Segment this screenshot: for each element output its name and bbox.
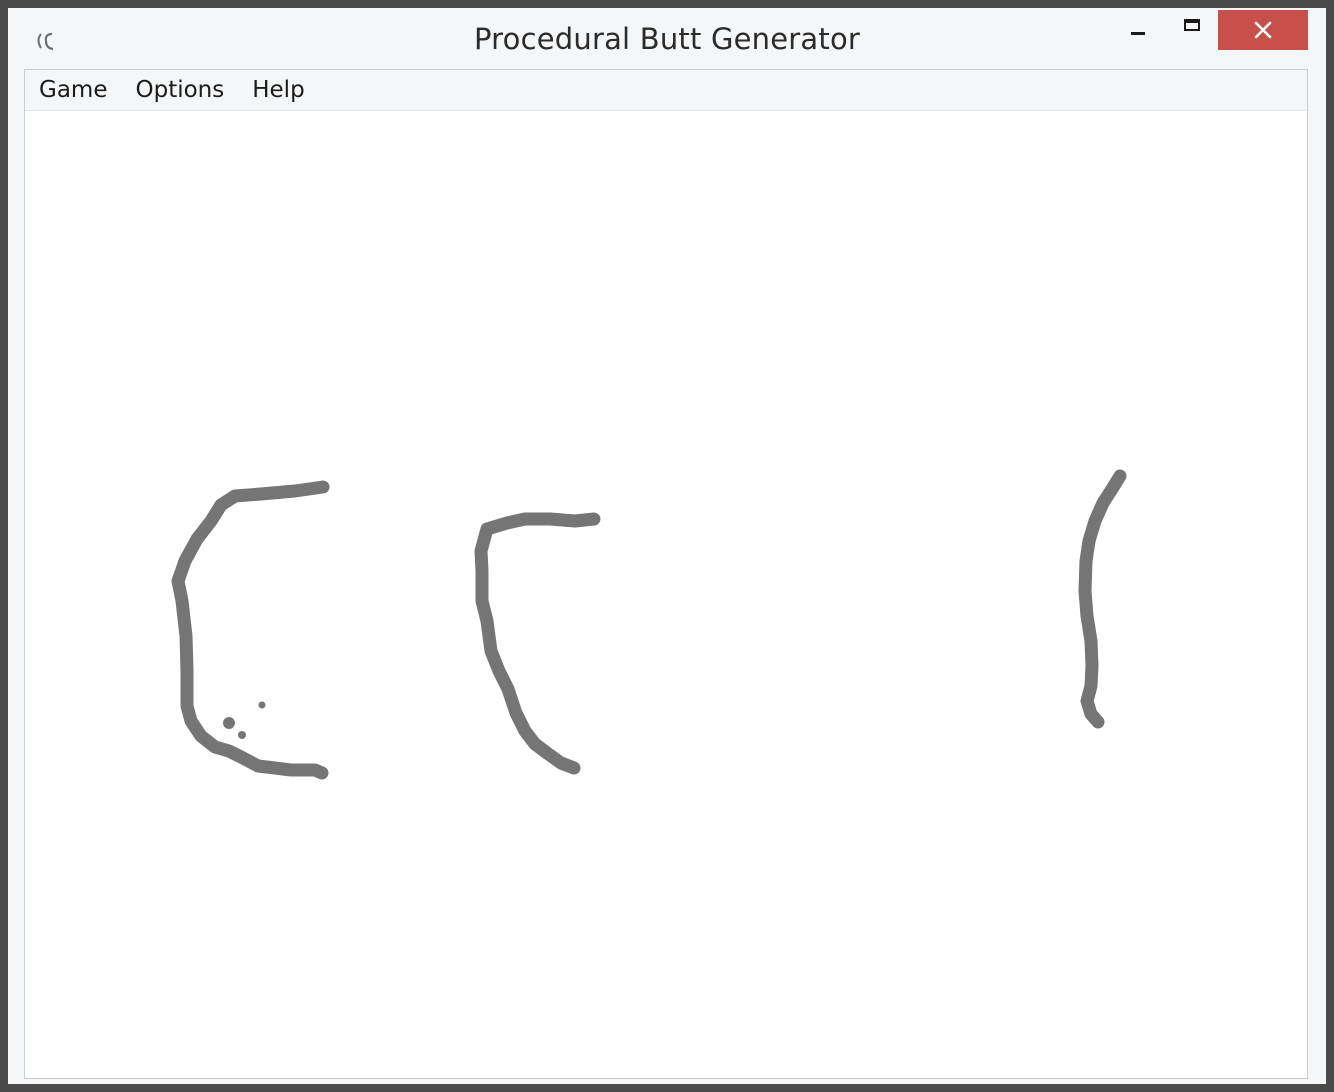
paint-dot xyxy=(258,701,266,709)
menu-bar: Game Options Help xyxy=(25,70,1307,111)
menu-options[interactable]: Options xyxy=(121,70,238,110)
client-area: Game Options Help xyxy=(24,69,1308,1079)
paint-dot xyxy=(238,731,246,739)
app-window: Procedural Butt Generator Game Options H… xyxy=(0,0,1334,1092)
butt-cheek-stroke-left xyxy=(171,480,330,780)
menu-help[interactable]: Help xyxy=(238,70,318,110)
butt-cheek-stroke-right xyxy=(1078,469,1127,729)
paint-dot xyxy=(223,717,235,729)
minimize-button[interactable] xyxy=(1118,10,1158,50)
minimize-icon xyxy=(1131,31,1145,35)
title-bar[interactable]: Procedural Butt Generator xyxy=(8,8,1326,70)
maximize-icon xyxy=(1184,19,1200,31)
maximize-button[interactable] xyxy=(1172,10,1212,50)
butt-cheek-stroke-middle xyxy=(474,512,601,775)
close-button[interactable] xyxy=(1218,10,1308,50)
drawing-canvas[interactable] xyxy=(25,111,1307,1078)
close-icon xyxy=(1254,21,1272,39)
menu-game[interactable]: Game xyxy=(25,70,121,110)
